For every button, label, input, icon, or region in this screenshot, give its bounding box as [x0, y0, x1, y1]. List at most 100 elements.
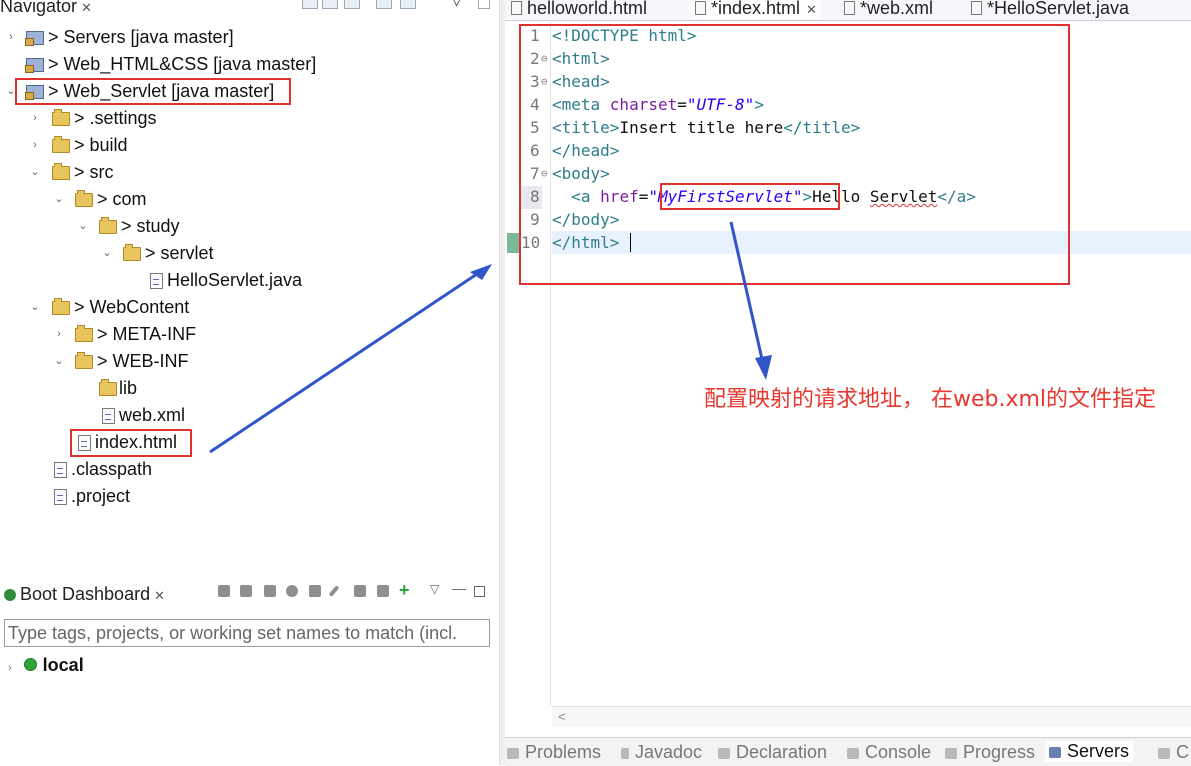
minimize-icon[interactable]: [478, 0, 490, 9]
minimize-icon[interactable]: —: [452, 580, 466, 596]
file-icon: [54, 489, 67, 505]
tab-label: Javadoc: [635, 742, 703, 762]
chevron-down-icon[interactable]: ⌄: [52, 349, 66, 374]
horizontal-scrollbar[interactable]: <: [552, 706, 1191, 727]
tab-label: Progress: [963, 742, 1036, 762]
chevron-down-icon[interactable]: ⌄: [28, 295, 42, 320]
folder-icon: [75, 190, 93, 207]
tab-console[interactable]: Console: [847, 742, 931, 763]
folder-icon: [99, 217, 117, 234]
up-icon[interactable]: [344, 0, 360, 9]
tab-label: Console: [865, 742, 932, 762]
declaration-icon: [718, 748, 730, 759]
tab-servers[interactable]: Servers: [1045, 741, 1134, 762]
boot-dashboard-tab[interactable]: Boot Dashboard ✕: [4, 584, 165, 605]
back-icon[interactable]: [302, 0, 318, 9]
project-icon: [25, 31, 44, 46]
progress-icon: [945, 748, 957, 759]
spring-boot-local-icon: [23, 658, 37, 671]
scroll-left-icon[interactable]: <: [558, 707, 566, 727]
highlight-box-project: [15, 78, 291, 105]
tree-item-label: lib: [119, 378, 138, 398]
tree-item-label: > WEB-INF: [97, 351, 189, 371]
problems-icon: [507, 748, 519, 759]
tab-javadoc[interactable]: Javadoc: [621, 742, 702, 763]
tree-item-label: .project: [71, 486, 131, 506]
local-label: local: [42, 655, 84, 675]
tab-helloservlet-java[interactable]: *HelloServlet.java: [971, 0, 1129, 19]
tab-label: C: [1176, 742, 1189, 762]
tree-item-label: > .settings: [74, 108, 157, 128]
tab-label: Servers: [1067, 741, 1130, 761]
forward-icon[interactable]: [322, 0, 338, 9]
tab-index-html[interactable]: *index.html ✕: [691, 0, 821, 19]
tree-item-label: > servlet: [145, 243, 214, 263]
maximize-icon[interactable]: [474, 586, 485, 597]
tab-icon: [1158, 748, 1170, 759]
close-icon[interactable]: ✕: [806, 2, 817, 17]
chevron-down-icon[interactable]: ⌄: [52, 187, 66, 212]
chevron-right-icon[interactable]: ›: [4, 25, 18, 50]
chevron-right-icon[interactable]: ›: [52, 322, 66, 347]
chevron-right-icon[interactable]: ›: [28, 106, 42, 131]
tab-c[interactable]: C: [1158, 742, 1189, 763]
tab-label: *HelloServlet.java: [987, 0, 1130, 18]
view-menu-icon[interactable]: ▽: [430, 582, 439, 596]
html-file-icon: [511, 1, 522, 15]
tab-web-xml[interactable]: *web.xml: [844, 0, 933, 19]
chevron-down-icon[interactable]: ⌄: [76, 214, 90, 239]
start-icon[interactable]: [218, 585, 230, 597]
folder-icon: [75, 352, 93, 369]
tab-label: *index.html: [711, 0, 801, 18]
edit-icon[interactable]: [328, 585, 340, 597]
spring-boot-icon: [4, 589, 16, 601]
tab-label: Declaration: [736, 742, 828, 762]
debug-icon[interactable]: [240, 585, 252, 597]
file-icon: [54, 462, 67, 478]
change-marker: [507, 233, 519, 253]
html-file-icon: [695, 1, 706, 15]
folder-icon: [52, 163, 70, 180]
open-console-icon[interactable]: [309, 585, 321, 597]
tree-item-label: > com: [97, 189, 147, 209]
chevron-right-icon[interactable]: ›: [28, 133, 42, 158]
tab-declaration[interactable]: Declaration: [718, 742, 827, 763]
tab-progress[interactable]: Progress: [945, 742, 1035, 763]
tab-problems[interactable]: Problems: [507, 742, 601, 763]
close-icon[interactable]: ✕: [154, 588, 165, 603]
boot-dashboard-panel: Boot Dashboard ✕ + ▽ — Type tags, project…: [0, 578, 499, 765]
servers-icon: [1049, 747, 1061, 758]
filter-placeholder: Type tags, projects, or working set name…: [8, 623, 458, 643]
add-icon[interactable]: +: [399, 580, 410, 601]
filter-input[interactable]: Type tags, projects, or working set name…: [4, 619, 490, 647]
close-icon[interactable]: ✕: [81, 0, 92, 15]
xml-file-icon: [844, 1, 855, 15]
navigator-title[interactable]: Navigator ✕: [0, 0, 92, 17]
expose-icon[interactable]: [377, 585, 389, 597]
chevron-right-icon[interactable]: ›: [8, 662, 12, 674]
java-file-icon: [150, 273, 163, 289]
tree-item-label: > build: [74, 135, 128, 155]
folder-icon: [52, 298, 70, 315]
highlight-box-code: [519, 24, 1070, 285]
highlight-box-href: [660, 183, 840, 210]
open-browser-icon[interactable]: [286, 585, 298, 597]
tab-helloworld-html[interactable]: helloworld.html: [511, 0, 647, 19]
properties-icon[interactable]: [354, 585, 366, 597]
collapse-all-icon[interactable]: [376, 0, 392, 9]
view-menu-icon[interactable]: ▽: [452, 0, 462, 8]
tree-item-label: > META-INF: [97, 324, 197, 344]
local-target[interactable]: › local: [8, 655, 84, 676]
chevron-down-icon[interactable]: ⌄: [100, 241, 114, 266]
highlight-box-index: [70, 429, 192, 457]
stop-icon[interactable]: [264, 585, 276, 597]
folder-icon: [99, 379, 117, 396]
navigator-title-label: Navigator: [0, 0, 78, 16]
link-editor-icon[interactable]: [400, 0, 416, 9]
tree-item-label: HelloServlet.java: [167, 270, 303, 290]
tree-item-label: > study: [121, 216, 180, 236]
chevron-down-icon[interactable]: ⌄: [28, 160, 42, 185]
folder-icon: [52, 136, 70, 153]
tree-item-label: web.xml: [119, 405, 186, 425]
project-icon: [25, 58, 44, 73]
